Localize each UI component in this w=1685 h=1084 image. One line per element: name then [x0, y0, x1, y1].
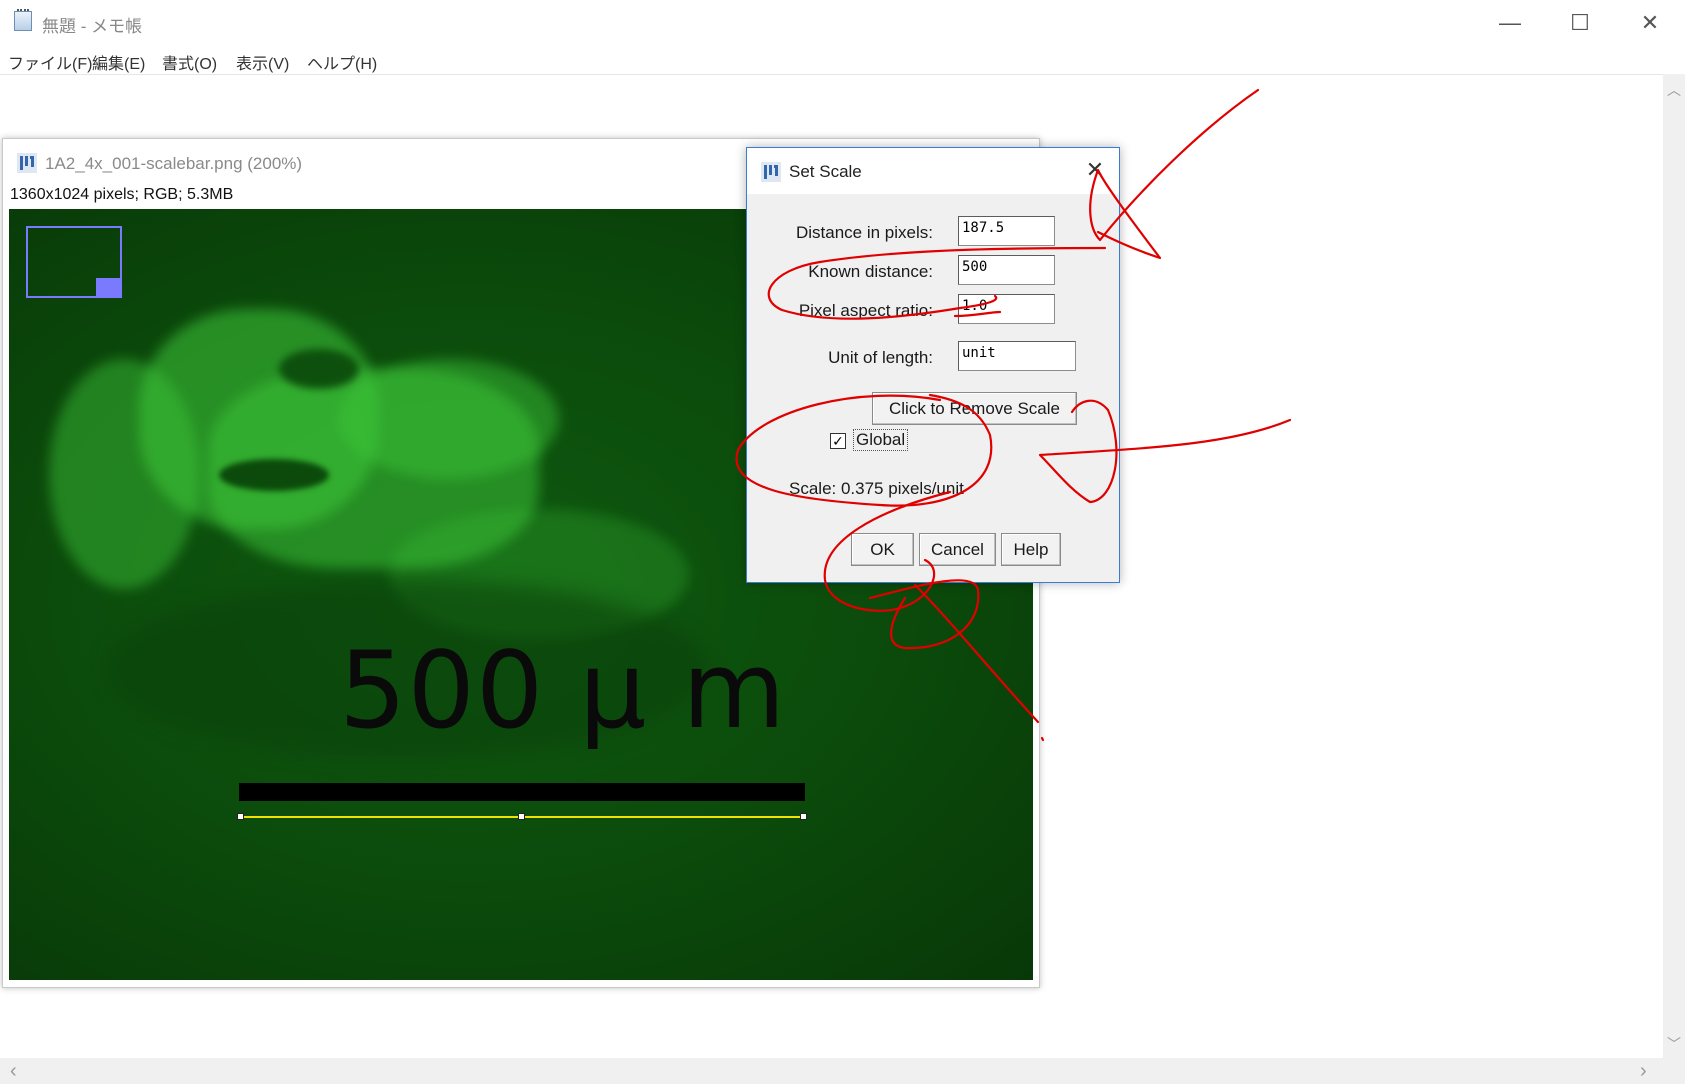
close-button[interactable]: ✕: [1615, 0, 1685, 46]
menubar: ファイル(F) 編集(E) 書式(O) 表示(V) ヘルプ(H): [0, 46, 1685, 74]
menu-edit[interactable]: 編集(E): [92, 50, 145, 74]
minimize-button[interactable]: —: [1475, 0, 1545, 46]
ok-button[interactable]: OK: [851, 533, 914, 566]
line-handle-middle[interactable]: [518, 813, 525, 820]
scroll-left-icon[interactable]: ‹: [10, 1060, 17, 1083]
notepad-icon: [14, 9, 32, 31]
zoom-navigator[interactable]: [26, 226, 122, 298]
pixel-aspect-ratio-input[interactable]: 1.0: [958, 294, 1055, 324]
scalebar-label: 500 μ m: [339, 629, 787, 752]
scroll-down-icon[interactable]: ﹀: [1667, 1034, 1681, 1054]
remove-scale-button[interactable]: Click to Remove Scale: [872, 392, 1077, 425]
menu-file[interactable]: ファイル(F): [8, 50, 92, 74]
scale-readout: Scale: 0.375 pixels/unit: [789, 479, 964, 498]
imagej-icon: [761, 162, 781, 182]
cell-region: [339, 359, 559, 479]
imagej-icon: [17, 153, 37, 173]
navigator-viewport: [96, 278, 120, 296]
menu-view[interactable]: 表示(V): [236, 50, 289, 74]
scroll-up-icon[interactable]: ︿: [1667, 80, 1681, 100]
window-title: 無題 - メモ帳: [42, 17, 143, 36]
help-button[interactable]: Help: [1001, 533, 1061, 566]
scroll-right-icon[interactable]: ›: [1640, 1060, 1647, 1083]
menu-help[interactable]: ヘルプ(H): [307, 50, 377, 74]
minimize-icon: —: [1499, 10, 1521, 35]
scalebar: [239, 783, 805, 801]
notepad-titlebar: 無題 - メモ帳 — ☐ ✕: [0, 0, 1685, 46]
close-icon: ✕: [1640, 10, 1660, 35]
dialog-close-button[interactable]: ✕: [1083, 157, 1107, 182]
maximize-button[interactable]: ☐: [1545, 0, 1615, 46]
dialog-title: Set Scale: [789, 162, 862, 181]
known-distance-label: Known distance:: [808, 262, 933, 281]
global-checkbox[interactable]: ✓: [830, 433, 846, 449]
global-label[interactable]: Global: [853, 429, 909, 451]
line-handle-end[interactable]: [800, 813, 807, 820]
resize-grip[interactable]: [1663, 1058, 1685, 1084]
distance-pixels-input[interactable]: 187.5: [958, 216, 1055, 246]
pixel-aspect-ratio-label: Pixel aspect ratio:: [798, 301, 933, 320]
line-handle-start[interactable]: [237, 813, 244, 820]
dialog-titlebar[interactable]: Set Scale ✕: [747, 148, 1119, 194]
maximize-icon: ☐: [1570, 10, 1590, 35]
known-distance-input[interactable]: 500: [958, 255, 1055, 285]
cell-hole: [219, 459, 329, 491]
cancel-button[interactable]: Cancel: [919, 533, 996, 566]
vertical-scrollbar[interactable]: ︿ ﹀: [1663, 74, 1685, 1058]
distance-pixels-label: Distance in pixels:: [795, 223, 933, 242]
image-info: 1360x1024 pixels; RGB; 5.3MB: [10, 186, 234, 203]
image-window-title: 1A2_4x_001-scalebar.png (200%): [45, 154, 303, 173]
cell-hole: [279, 349, 359, 389]
menu-format[interactable]: 書式(O): [162, 50, 217, 74]
unit-of-length-input[interactable]: unit: [958, 341, 1076, 371]
close-icon: ✕: [1085, 157, 1105, 182]
set-scale-dialog: Set Scale ✕ Distance in pixels: 187.5 Kn…: [746, 147, 1120, 583]
horizontal-scrollbar[interactable]: ‹ ›: [0, 1058, 1663, 1084]
unit-of-length-label: Unit of length:: [828, 348, 933, 367]
